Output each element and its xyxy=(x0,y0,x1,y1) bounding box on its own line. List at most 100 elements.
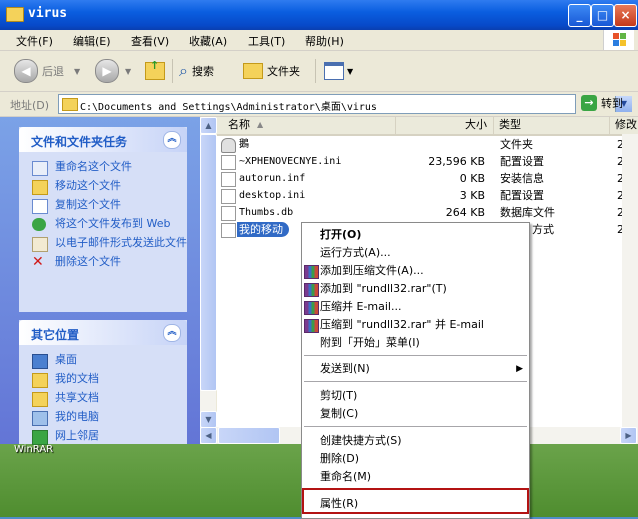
task-publish-web[interactable]: 将这个文件发布到 Web xyxy=(19,217,187,231)
scroll-right-icon[interactable]: ▶ xyxy=(620,427,637,444)
menu-item-copy[interactable]: 复制(C) xyxy=(302,405,529,423)
file-row[interactable]: desktop.ini 3 KB 配置设置 201 xyxy=(217,187,638,204)
scroll-thumb[interactable] xyxy=(200,134,217,391)
file-type: 安装信息 xyxy=(500,172,544,185)
up-folder-button[interactable]: ↑ xyxy=(145,59,165,83)
go-button[interactable]: → 转到 xyxy=(581,95,623,111)
task-rename[interactable]: 重命名这个文件 xyxy=(19,160,187,176)
menu-view[interactable]: 查看(V) xyxy=(131,33,169,49)
file-list-scrollbar[interactable] xyxy=(622,134,638,427)
collapse-chevron-icon[interactable]: ︽ xyxy=(163,131,181,149)
task-copy[interactable]: 复制这个文件 xyxy=(19,198,187,214)
menu-edit[interactable]: 编辑(E) xyxy=(73,33,111,49)
place-my-computer[interactable]: 我的电脑 xyxy=(19,410,187,426)
shortcut-icon xyxy=(221,223,236,238)
desktop-icon xyxy=(32,354,48,369)
menu-file[interactable]: 文件(F) xyxy=(16,33,53,49)
address-label: 地址(D) xyxy=(10,99,50,112)
file-type: 方式 xyxy=(532,223,554,236)
forward-dropdown-icon[interactable]: ▼ xyxy=(125,67,131,76)
maximize-button[interactable]: □ xyxy=(591,4,614,27)
column-header-type[interactable]: 类型 xyxy=(494,117,610,136)
file-name: autorun.inf xyxy=(239,173,306,184)
task-label: 以电子邮件形式发送此文件 xyxy=(55,236,187,249)
column-header-size[interactable]: 大小 xyxy=(396,117,494,136)
menu-help[interactable]: 帮助(H) xyxy=(305,33,344,49)
back-button[interactable]: ◀ 后退 ▼ xyxy=(14,59,80,83)
file-row[interactable]: Thumbs.db 264 KB 数据库文件 201 xyxy=(217,204,638,221)
place-label: 桌面 xyxy=(55,353,77,366)
file-tasks-header[interactable]: 文件和文件夹任务 ︽ xyxy=(19,127,187,152)
address-bar: 地址(D) C:\Documents and Settings\Administ… xyxy=(0,92,638,117)
menu-item-compress-rar-email[interactable]: 压缩到 "rundll32.rar" 并 E-mail xyxy=(302,316,529,334)
inf-file-icon xyxy=(221,172,236,187)
menu-item-delete[interactable]: 删除(D) xyxy=(302,450,529,468)
task-label: 移动这个文件 xyxy=(55,179,121,192)
globe-icon xyxy=(32,218,46,231)
scroll-left-icon[interactable]: ◀ xyxy=(200,427,217,444)
menu-favorites[interactable]: 收藏(A) xyxy=(189,33,227,49)
menu-item-create-shortcut[interactable]: 创建快捷方式(S) xyxy=(302,432,529,450)
place-label: 我的文档 xyxy=(55,372,99,385)
winrar-icon xyxy=(304,319,319,333)
db-file-icon xyxy=(221,206,236,221)
folders-button[interactable]: 文件夹 xyxy=(243,59,300,83)
menu-item-label: 添加到压缩文件(A)... xyxy=(320,264,424,277)
context-menu: 打开(O) 运行方式(A)... 添加到压缩文件(A)... 添加到 "rund… xyxy=(301,222,530,519)
task-pane: 文件和文件夹任务 ︽ 重命名这个文件 移动这个文件 复制这个文件 将这个文件发布… xyxy=(0,117,200,445)
collapse-chevron-icon[interactable]: ︽ xyxy=(163,324,181,342)
file-name: 我的移动 xyxy=(237,222,289,237)
search-button[interactable]: ⌕ 搜索 xyxy=(179,59,214,83)
place-my-documents[interactable]: 我的文档 xyxy=(19,372,187,388)
scroll-down-icon[interactable]: ▼ xyxy=(200,411,217,428)
back-dropdown-icon[interactable]: ▼ xyxy=(74,67,80,76)
file-row[interactable]: ~XPHENOVECNYE.ini 23,596 KB 配置设置 201 xyxy=(217,153,638,170)
menu-item-rename[interactable]: 重命名(M) xyxy=(302,468,529,486)
file-row[interactable]: 鵝 文件夹 201 xyxy=(217,136,638,153)
file-type: 数据库文件 xyxy=(500,206,555,219)
menu-item-label: 添加到 "rundll32.rar"(T) xyxy=(320,282,447,295)
menu-item-send-to[interactable]: 发送到(N) ▶ xyxy=(302,360,529,378)
windows-logo xyxy=(603,30,634,50)
menu-item-run-as[interactable]: 运行方式(A)... xyxy=(302,244,529,262)
file-row[interactable]: autorun.inf 0 KB 安装信息 201 xyxy=(217,170,638,187)
column-type-label: 类型 xyxy=(499,118,521,131)
close-button[interactable]: × xyxy=(614,4,637,27)
my-documents-icon xyxy=(32,373,48,388)
task-email[interactable]: 以电子邮件形式发送此文件 xyxy=(19,236,187,252)
task-pane-scrollbar[interactable]: ▲ ▼ xyxy=(200,117,217,444)
forward-button[interactable]: ▶ ▼ xyxy=(95,59,131,83)
address-input[interactable]: C:\Documents and Settings\Administrator\… xyxy=(58,94,632,114)
column-name-label: 名称 xyxy=(228,118,250,131)
place-shared-documents[interactable]: 共享文档 xyxy=(19,391,187,407)
menu-item-compress-email[interactable]: 压缩并 E-mail... xyxy=(302,298,529,316)
menu-item-add-to-rar[interactable]: 添加到 "rundll32.rar"(T) xyxy=(302,280,529,298)
file-type: 配置设置 xyxy=(500,189,544,202)
folder-icon xyxy=(62,98,78,111)
go-label: 转到 xyxy=(601,97,623,110)
file-name: Thumbs.db xyxy=(239,207,294,218)
menu-item-cut[interactable]: 剪切(T) xyxy=(302,387,529,405)
go-arrow-icon: → xyxy=(581,95,597,111)
minimize-button[interactable]: _ xyxy=(568,4,591,27)
place-desktop[interactable]: 桌面 xyxy=(19,353,187,369)
other-places-header[interactable]: 其它位置 ︽ xyxy=(19,320,187,345)
views-button[interactable]: ▼ xyxy=(324,59,353,83)
task-delete[interactable]: ✕ 删除这个文件 xyxy=(19,255,187,269)
task-move[interactable]: 移动这个文件 xyxy=(19,179,187,195)
place-network[interactable]: 网上邻居 xyxy=(19,429,187,445)
menu-separator xyxy=(304,355,527,356)
desktop-icon-label[interactable]: WinRAR xyxy=(14,444,53,455)
menu-tools[interactable]: 工具(T) xyxy=(248,33,285,49)
search-label: 搜索 xyxy=(191,65,214,78)
scroll-thumb[interactable] xyxy=(218,427,280,444)
column-header-name[interactable]: 名称 ▲ xyxy=(217,117,396,136)
title-bar[interactable]: virus _ □ × xyxy=(0,0,638,30)
menu-item-add-archive[interactable]: 添加到压缩文件(A)... xyxy=(302,262,529,280)
menu-item-open[interactable]: 打开(O) xyxy=(302,226,529,244)
delete-x-icon: ✕ xyxy=(32,254,44,270)
menu-item-label: 删除(D) xyxy=(320,452,360,465)
scroll-up-icon[interactable]: ▲ xyxy=(200,117,217,134)
menu-item-pin-start[interactable]: 附到「开始」菜单(I) xyxy=(302,334,529,352)
address-path: C:\Documents and Settings\Administrator\… xyxy=(80,102,377,113)
